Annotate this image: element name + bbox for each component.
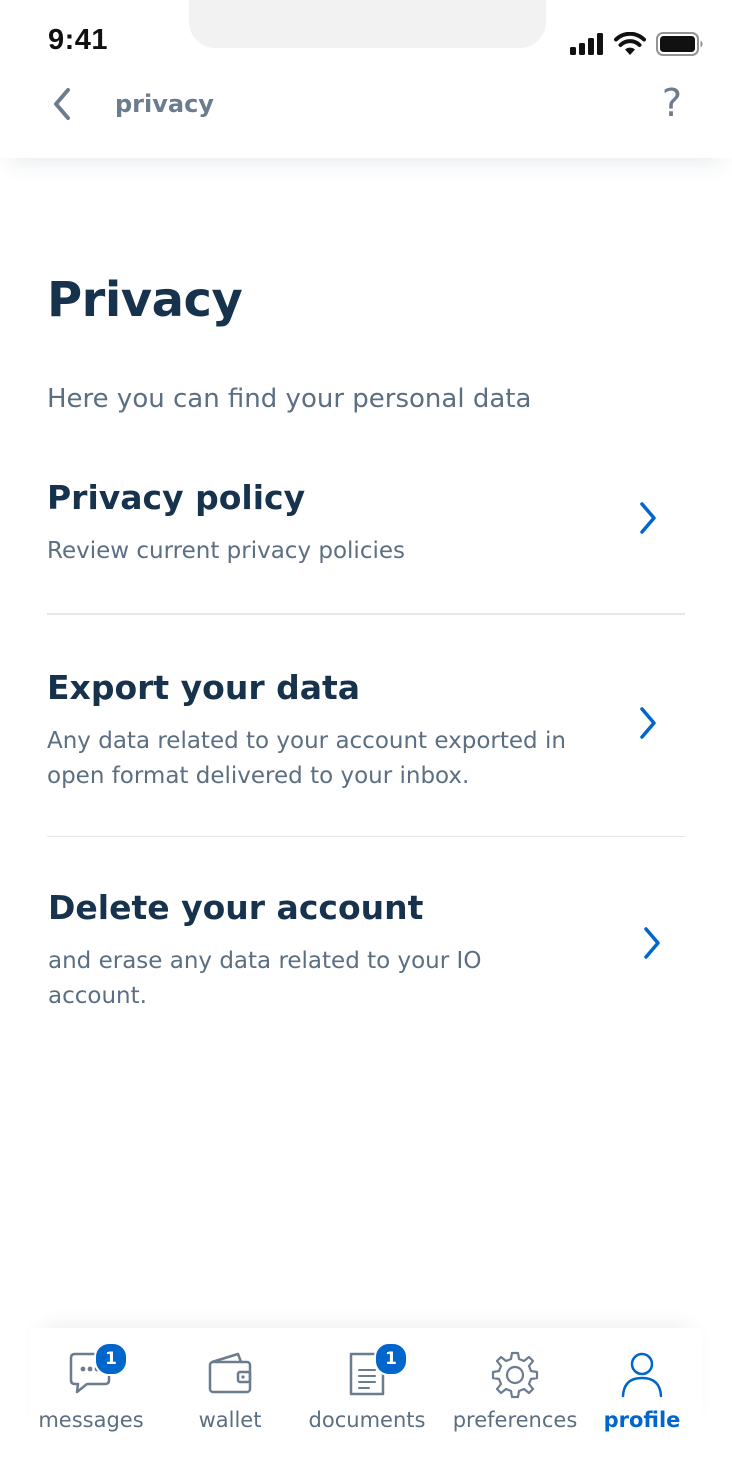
item-description: Any data related to your account exporte… [47, 728, 566, 789]
status-time: 9:41 [48, 24, 109, 56]
page-title: Privacy [47, 272, 243, 328]
notification-badge: 1 [374, 1342, 408, 1376]
help-icon[interactable]: ? [662, 78, 682, 128]
battery-icon [656, 32, 703, 56]
chevron-right-icon [644, 927, 660, 959]
tab-label: wallet [198, 1408, 262, 1432]
tab-documents[interactable]: 1 documents [304, 1328, 430, 1440]
chevron-left-icon[interactable] [44, 84, 80, 124]
list-item-privacy-policy[interactable]: Privacy policy Review current privacy po… [47, 478, 685, 569]
item-title: Delete your account [48, 888, 424, 927]
divider [47, 836, 685, 837]
status-icons [570, 32, 704, 56]
device-notch [189, 0, 546, 48]
gear-icon [491, 1351, 539, 1399]
list-item-delete-account[interactable]: Delete your account and erase any data r… [48, 888, 686, 1014]
list-item-export-data[interactable]: Export your data Any data related to you… [47, 668, 685, 794]
chevron-right-icon [640, 502, 656, 534]
item-title: Privacy policy [47, 478, 306, 517]
item-description: Review current privacy policies [47, 538, 405, 564]
tab-profile[interactable]: profile [598, 1328, 686, 1440]
divider [47, 613, 685, 615]
page-subtitle: Here you can find your personal data [47, 384, 532, 414]
tab-label: documents [308, 1408, 426, 1432]
item-description: and erase any data related to your IO ac… [48, 948, 482, 1009]
tab-preferences[interactable]: preferences [450, 1328, 580, 1440]
item-title: Export your data [47, 668, 361, 707]
tab-label: preferences [452, 1408, 578, 1432]
phone-screen: 9:41 privacy ? Privacy Here you can find… [0, 0, 732, 1473]
bottom-tab-bar: 1 messages wallet 1 documents preference… [30, 1328, 702, 1440]
notification-badge: 1 [94, 1342, 128, 1376]
signal-icon [570, 33, 603, 55]
tab-messages[interactable]: 1 messages [30, 1328, 152, 1440]
header-title: privacy [115, 90, 214, 118]
tab-label: messages [38, 1408, 144, 1432]
chevron-right-icon [640, 707, 656, 739]
tab-label: profile [603, 1408, 681, 1432]
wifi-icon [614, 32, 646, 55]
tab-wallet[interactable]: wallet [180, 1328, 280, 1440]
wallet-icon [208, 1352, 252, 1394]
user-icon [621, 1352, 663, 1398]
app-header: privacy ? [0, 72, 732, 158]
